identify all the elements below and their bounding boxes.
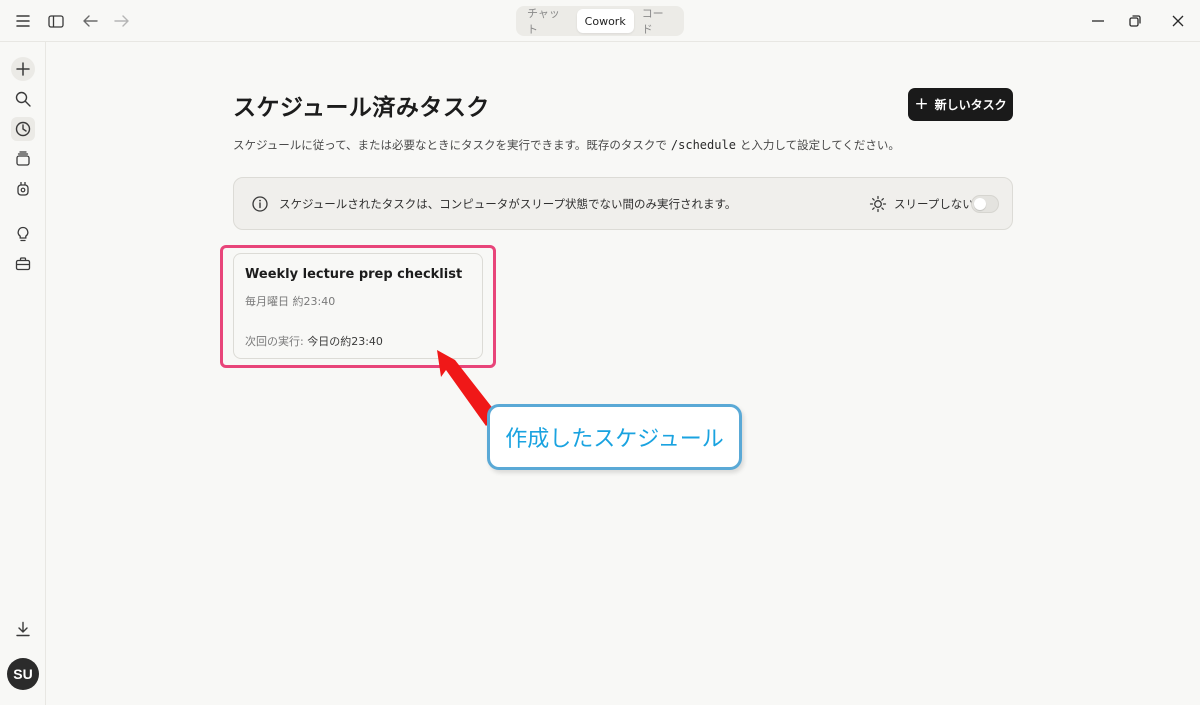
layers-icon[interactable] xyxy=(11,147,35,171)
briefcase-icon[interactable] xyxy=(11,252,35,276)
restore-icon[interactable] xyxy=(1124,10,1146,32)
forward-arrow-icon[interactable] xyxy=(111,10,133,32)
plus-icon: + xyxy=(914,94,929,114)
page-title: スケジュール済みタスク xyxy=(233,95,490,121)
robot-icon[interactable] xyxy=(11,177,35,201)
info-icon xyxy=(251,195,269,213)
lightbulb-icon[interactable] xyxy=(11,222,35,246)
mode-switcher: チャット Cowork コード xyxy=(516,6,684,36)
task-next-run: 次回の実行: 今日の約23:40 xyxy=(245,333,383,349)
search-icon[interactable] xyxy=(11,87,35,111)
new-task-label: 新しいタスク xyxy=(934,98,1007,112)
scheduled-task-card[interactable]: Weekly lecture prep checklist 毎月曜日 約23:4… xyxy=(233,253,483,359)
page-subtitle: スケジュールに従って、または必要なときにタスクを実行できます。既存のタスクで/s… xyxy=(233,137,1023,153)
next-run-value: 今日の約23:40 xyxy=(307,335,383,348)
clock-icon[interactable] xyxy=(11,117,35,141)
task-title: Weekly lecture prep checklist xyxy=(245,267,463,282)
info-text: スケジュールされたタスクは、コンピュータがスリープ状態でない間のみ実行されます。 xyxy=(279,197,737,211)
title-bar: チャット Cowork コード xyxy=(0,0,1200,42)
tab-code[interactable]: コード xyxy=(634,7,681,36)
sidebar: SU xyxy=(0,42,46,705)
keep-awake-toggle[interactable] xyxy=(971,195,999,213)
keep-awake-label: スリープしない xyxy=(894,197,974,211)
tab-chat[interactable]: チャット xyxy=(519,7,577,36)
sidebar-toggle-icon[interactable] xyxy=(45,10,67,32)
subtitle-text-end: と入力して設定してください。 xyxy=(739,138,900,152)
tab-cowork[interactable]: Cowork xyxy=(576,9,634,33)
menu-icon[interactable] xyxy=(12,10,34,32)
back-arrow-icon[interactable] xyxy=(79,10,101,32)
annotation-callout: 作成したスケジュール xyxy=(487,404,742,470)
sleep-info-banner: スケジュールされたタスクは、コンピュータがスリープ状態でない間のみ実行されます。… xyxy=(233,177,1013,230)
annotation-arrow xyxy=(437,350,498,426)
task-schedule: 毎月曜日 約23:40 xyxy=(245,295,336,308)
schedule-command: /schedule xyxy=(670,138,736,152)
avatar[interactable]: SU xyxy=(7,658,39,690)
plus-icon[interactable] xyxy=(11,57,35,81)
new-task-button[interactable]: + 新しいタスク xyxy=(908,88,1013,121)
close-icon[interactable] xyxy=(1167,10,1189,32)
toggle-knob xyxy=(974,198,986,210)
subtitle-text: スケジュールに従って、または必要なときにタスクを実行できます。既存のタスクで xyxy=(233,138,667,152)
sun-icon xyxy=(869,195,887,213)
download-icon[interactable] xyxy=(11,617,35,641)
next-run-label: 次回の実行: xyxy=(245,335,308,348)
minimize-icon[interactable] xyxy=(1087,10,1109,32)
